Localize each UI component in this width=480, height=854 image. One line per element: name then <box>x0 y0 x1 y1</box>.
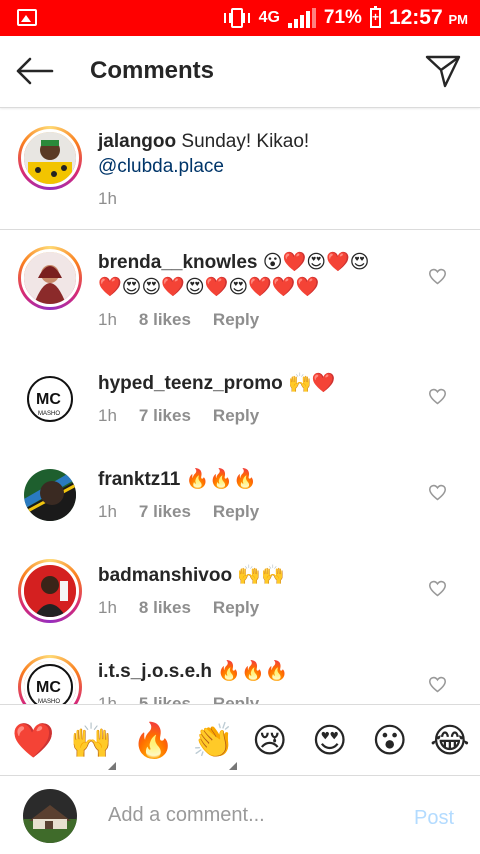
comment-input-bar: Post <box>0 777 480 854</box>
avatar-ring[interactable] <box>18 463 82 527</box>
reply-button[interactable]: Reply <box>213 598 259 618</box>
timestamp: 1h <box>98 406 117 425</box>
timestamp: 1h <box>98 189 117 208</box>
gallery-notification-icon <box>17 9 37 26</box>
reaction-crying-face[interactable]: 😢 <box>252 723 287 759</box>
username[interactable]: jalangoo <box>98 131 176 152</box>
comment-body: 🔥🔥🔥 <box>212 661 289 682</box>
avatar-ring[interactable]: MC MASHO <box>18 367 82 431</box>
svg-text:MC: MC <box>36 679 61 696</box>
avatar <box>21 249 79 307</box>
reply-button[interactable]: Reply <box>213 502 259 522</box>
like-count[interactable]: 7 likes <box>139 502 191 522</box>
comment-body: 🙌🙌 <box>232 565 285 586</box>
comment-body: 🙌❤️ <box>282 373 336 394</box>
my-avatar <box>23 789 77 843</box>
reaction-clapping-hands[interactable]: 👏 <box>192 723 234 759</box>
comment-body: 😮❤️😍❤️😍 <box>257 252 370 273</box>
battery-percent: 71% <box>323 7 362 28</box>
like-heart-icon[interactable] <box>428 484 447 501</box>
timestamp: 1h <box>98 598 117 617</box>
skin-tone-indicator <box>108 762 116 770</box>
avatar <box>21 466 79 524</box>
page-title: Comments <box>90 57 215 84</box>
network-type: 4G <box>258 9 280 26</box>
reaction-surprised[interactable]: 😮 <box>372 723 407 759</box>
svg-text:MASHO: MASHO <box>38 411 60 417</box>
back-arrow-icon[interactable] <box>14 56 54 86</box>
signal-icon <box>287 8 316 28</box>
reaction-laughing[interactable]: 😂 <box>430 723 470 759</box>
skin-tone-indicator <box>229 762 237 770</box>
avatar <box>21 129 79 187</box>
clock: 12:57 PM <box>388 6 468 29</box>
like-heart-icon[interactable] <box>428 676 447 693</box>
timestamp: 1h <box>98 310 117 329</box>
comment-body-continued: ❤️😍😍❤️😍❤️😍❤️❤️❤️ <box>98 277 320 298</box>
username[interactable]: badmanshivoo <box>98 565 232 586</box>
username[interactable]: franktz11 <box>98 469 180 490</box>
like-heart-icon[interactable] <box>428 388 447 405</box>
avatar-ring[interactable] <box>18 559 82 623</box>
direct-send-icon[interactable] <box>425 54 461 88</box>
reply-button[interactable]: Reply <box>213 406 259 426</box>
comment-body: 🔥🔥🔥 <box>180 469 257 490</box>
username[interactable]: hyped_teenz_promo <box>98 373 283 394</box>
avatar-ring[interactable] <box>18 126 82 190</box>
avatar-ring[interactable] <box>18 246 82 310</box>
username[interactable]: i.t.s_j.o.s.e.h <box>98 661 212 682</box>
reaction-raised-hands[interactable]: 🙌 <box>70 723 112 759</box>
reply-button[interactable]: Reply <box>213 310 259 330</box>
username[interactable]: brenda__knowles <box>98 252 257 273</box>
avatar: MC MASHO <box>21 370 79 428</box>
like-count[interactable]: 8 likes <box>139 310 191 330</box>
comment-body: Sunday! Kikao! <box>176 131 310 152</box>
like-count[interactable]: 7 likes <box>139 406 191 426</box>
like-heart-icon[interactable] <box>428 268 447 285</box>
svg-text:MC: MC <box>36 391 61 408</box>
vibrate-icon <box>223 8 250 28</box>
battery-charging-icon <box>369 6 381 28</box>
reaction-heart-eyes[interactable]: 😍 <box>312 723 347 759</box>
status-bar: 4G 71% 12:57 PM <box>0 0 480 36</box>
quick-reactions-bar: ❤️ 🙌 🔥 👏 😢 😍 😮 😂 <box>0 704 480 776</box>
app-header: Comments <box>0 36 480 108</box>
divider <box>0 229 480 230</box>
like-count[interactable]: 8 likes <box>139 598 191 618</box>
avatar <box>21 562 79 620</box>
mention-link[interactable]: @clubda.place <box>98 156 224 177</box>
reaction-fire[interactable]: 🔥 <box>132 723 174 759</box>
post-button[interactable]: Post <box>414 807 454 830</box>
like-heart-icon[interactable] <box>428 580 447 597</box>
timestamp: 1h <box>98 502 117 521</box>
reaction-heart[interactable]: ❤️ <box>12 723 54 759</box>
comment-input[interactable] <box>108 804 398 827</box>
